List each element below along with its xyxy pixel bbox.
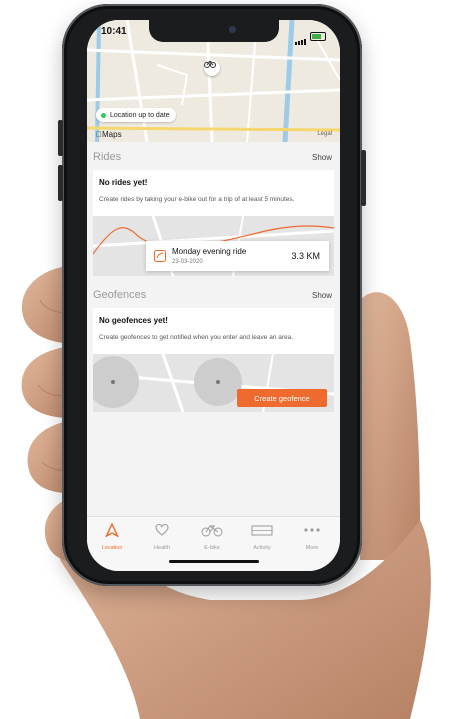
heart-icon (155, 523, 169, 536)
location-status-text: Location up to date (110, 111, 170, 119)
location-status-pill: Location up to date (96, 108, 176, 122)
location-arrow-icon (104, 522, 120, 538)
tab-ebike-label: E-bike (204, 545, 220, 551)
more-dots-icon (304, 528, 320, 532)
maps-brand: Maps (96, 130, 122, 139)
signal-icon (295, 27, 307, 45)
volume-button (58, 165, 63, 201)
ride-name: Monday evening ride (172, 247, 247, 256)
geofences-header: Geofences Show (87, 286, 340, 304)
power-button (361, 150, 366, 206)
rides-empty-title: No rides yet! (99, 178, 148, 187)
ride-sample-card[interactable]: Monday evening ride 23-03-2020 3.3 KM (146, 241, 329, 271)
ride-date: 23-03-2020 (172, 259, 203, 265)
home-indicator[interactable] (169, 560, 259, 563)
tab-activity[interactable]: Activity (237, 523, 287, 551)
tab-location[interactable]: Location (87, 522, 137, 551)
legal-link[interactable]: Legal (317, 131, 332, 137)
create-geofence-button[interactable]: Create geofence (237, 389, 327, 407)
status-time: 10:41 (101, 26, 127, 37)
bike-location-marker[interactable] (204, 60, 220, 76)
tab-ebike[interactable]: E-bike (187, 523, 237, 551)
volume-button (58, 120, 63, 156)
rides-card: No rides yet! Create rides by taking you… (93, 170, 334, 276)
geofences-card: No geofences yet! Create geofences to ge… (93, 308, 334, 412)
rides-show-link[interactable]: Show (312, 153, 332, 162)
tab-location-label: Location (101, 545, 123, 551)
geofences-empty-title: No geofences yet! (99, 316, 168, 325)
rides-title: Rides (93, 151, 122, 163)
tab-health-label: Health (154, 545, 170, 551)
geofences-show-link[interactable]: Show (312, 291, 332, 300)
bike-icon (201, 525, 223, 537)
rides-header: Rides Show (87, 148, 340, 166)
app-screen: Location up to date Maps Legal 10:41 Ri… (87, 20, 340, 571)
tab-more-label: More (305, 545, 319, 551)
activity-icon (251, 525, 273, 536)
bike-icon (204, 60, 216, 68)
phone-notch (149, 20, 279, 42)
rides-empty-text: Create rides by taking your e-bike out f… (99, 196, 295, 203)
geofences-empty-text: Create geofences to get notified when yo… (99, 334, 294, 341)
tab-health[interactable]: Health (137, 523, 187, 551)
battery-icon (310, 31, 326, 41)
geofences-title: Geofences (93, 289, 147, 301)
tab-activity-label: Activity (253, 545, 271, 551)
ride-distance: 3.3 KM (291, 251, 320, 261)
ride-icon (154, 250, 166, 262)
tab-more[interactable]: More (287, 523, 337, 551)
maps-brand-text: Maps (96, 130, 122, 139)
status-dot (101, 112, 106, 118)
